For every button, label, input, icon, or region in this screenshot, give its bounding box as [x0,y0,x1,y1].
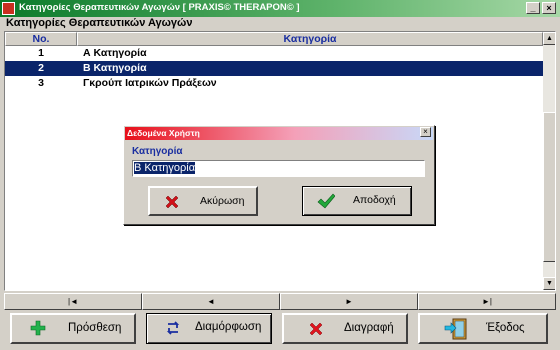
table-row-selected[interactable]: 2 Β Κατηγορία [5,61,543,76]
cancel-button-label: Ακύρωση [200,195,245,207]
dialog-title: Δεδομένα Χρήστη [127,128,200,138]
dialog-title-bar: Δεδομένα Χρήστη [125,127,433,140]
accept-button-label: Αποδοχή [353,194,396,206]
cancel-x-icon [164,194,180,210]
vertical-scrollbar[interactable]: ▲ ▼ [543,32,555,290]
section-label: Κατηγορίες Θεραπευτικών Αγωγών [6,17,193,29]
column-header-category[interactable]: Κατηγορία [77,32,543,46]
column-header-no[interactable]: No. [5,32,77,46]
table-row[interactable]: 3 Γκρούπ Ιατρικών Πράξεων [5,76,543,91]
add-button-label: Πρόσθεση [68,322,122,334]
row-category: Α Κατηγορία [83,47,147,59]
user-data-dialog: Δεδομένα Χρήστη × Κατηγορία Β Κατηγορία … [123,125,435,225]
add-button[interactable]: Πρόσθεση [10,313,136,344]
row-category: Γκρούπ Ιατρικών Πράξεων [83,77,217,89]
window-title: Κατηγορίες Θεραπευτικών Αγωγών [ PRAXIS©… [19,2,300,13]
accept-button[interactable]: Αποδοχή [302,186,412,216]
row-category: Β Κατηγορία [83,62,147,74]
minimize-button[interactable]: _ [526,2,540,14]
scroll-down-button[interactable]: ▼ [543,277,555,290]
exit-button[interactable]: Έξοδος [418,313,548,344]
exit-door-icon [444,318,468,340]
nav-first-button[interactable]: |◄ [4,293,142,310]
category-field-label: Κατηγορία [132,146,183,157]
row-number: 3 [38,77,44,89]
edit-button-label: Διαμόρφωση [195,321,262,333]
checkmark-icon [317,192,335,210]
category-input[interactable]: Β Κατηγορία [132,160,425,177]
scroll-up-button[interactable]: ▲ [543,32,555,45]
nav-prev-button[interactable]: ◄ [142,293,280,310]
swap-arrows-icon [165,320,181,336]
plus-icon [30,320,46,336]
category-input-value: Β Κατηγορία [134,162,196,174]
nav-last-button[interactable]: ►| [418,293,556,310]
app-icon[interactable] [2,2,15,15]
delete-button[interactable]: Διαγραφή [282,313,408,344]
cancel-button[interactable]: Ακύρωση [148,186,258,216]
row-number: 2 [38,62,44,74]
exit-button-label: Έξοδος [486,322,525,334]
table-row[interactable]: 1 Α Κατηγορία [5,46,543,61]
edit-button[interactable]: Διαμόρφωση [146,313,272,344]
window-title-bar: Κατηγορίες Θεραπευτικών Αγωγών [ PRAXIS©… [0,0,560,17]
scroll-thumb[interactable] [543,112,555,262]
nav-next-button[interactable]: ► [280,293,418,310]
dialog-close-button[interactable]: × [420,127,431,137]
delete-button-label: Διαγραφή [344,322,394,334]
close-button[interactable]: × [542,2,556,14]
red-x-icon [308,321,324,337]
row-number: 1 [38,47,44,59]
